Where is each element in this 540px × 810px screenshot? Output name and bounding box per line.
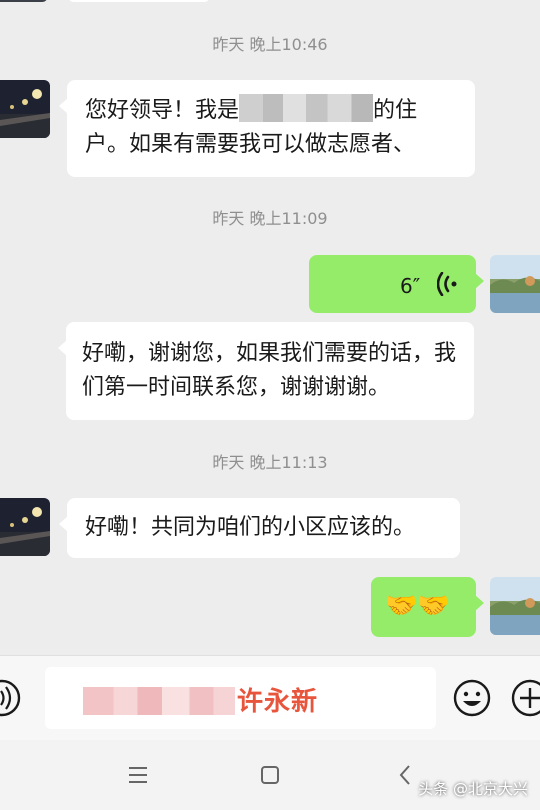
message-bubble-incoming[interactable]: 您好领导！我是 的住户。如果有需要我可以做志愿者、 — [59, 80, 475, 177]
contact-avatar[interactable] — [0, 498, 50, 556]
redacted-input-text — [83, 687, 235, 715]
message-text: 好嘞，谢谢您，如果我们需要的话，我们第一时间联系您，谢谢谢谢。 — [82, 341, 457, 400]
menu-icon[interactable] — [124, 762, 152, 788]
message-bubble-incoming[interactable]: 好嘞！共同为咱们的小区应该的。 — [59, 498, 460, 558]
voice-message-bubble[interactable]: 6″ — [309, 255, 484, 313]
message-bubble-incoming[interactable]: 好嘞，谢谢您，如果我们需要的话，我们第一时间联系您，谢谢谢谢。 — [58, 322, 474, 420]
handshake-emoji: 🤝🤝 — [385, 591, 450, 621]
message-bubble-cutoff — [68, 0, 210, 2]
home-icon[interactable] — [256, 762, 284, 788]
night-street-avatar-image — [0, 498, 50, 556]
emoji-message-bubble[interactable]: 🤝🤝 — [371, 577, 484, 637]
timestamp: 昨天 晚上11:09 — [212, 209, 328, 228]
lake-landscape-avatar-image — [490, 255, 540, 313]
plus-icon[interactable] — [510, 678, 540, 718]
input-text: 许永新 — [237, 687, 319, 717]
my-avatar[interactable] — [490, 577, 540, 635]
emoji-icon[interactable] — [452, 678, 492, 718]
lake-landscape-avatar-image — [490, 577, 540, 635]
system-nav-bar: 头条 @北京大兴 — [0, 740, 540, 810]
timestamp: 昨天 晚上10:46 — [212, 35, 328, 54]
chat-area[interactable]: 昨天 晚上10:46 您好领导！我是 的住户。如果有需要我可以做志愿者、 昨天 晚… — [0, 0, 540, 655]
voice-icon[interactable] — [0, 678, 22, 718]
night-street-avatar-image — [0, 80, 50, 138]
watermark: 头条 @北京大兴 — [418, 780, 528, 798]
redacted-text — [239, 94, 374, 122]
my-avatar[interactable] — [490, 255, 540, 313]
contact-avatar[interactable] — [0, 80, 50, 138]
timestamp: 昨天 晚上11:13 — [212, 453, 328, 472]
voice-wave-icon — [437, 272, 457, 296]
avatar-cutoff — [0, 0, 48, 2]
back-icon[interactable] — [392, 762, 420, 788]
input-bar: 许永新 — [0, 655, 540, 740]
message-text: 您好领导！我是 — [85, 98, 240, 123]
message-text: 好嘞！共同为咱们的小区应该的。 — [85, 515, 416, 540]
voice-duration: 6″ — [400, 274, 421, 298]
message-input[interactable]: 许永新 — [45, 667, 436, 729]
